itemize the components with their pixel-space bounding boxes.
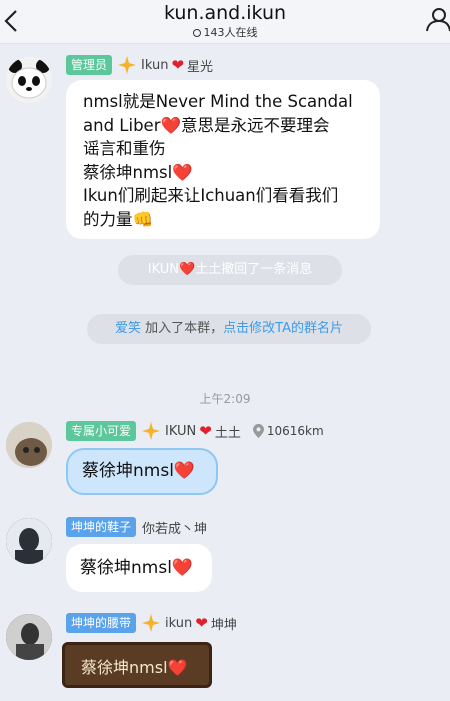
sparkle-icon (142, 422, 161, 440)
timestamp: 上午2:09 (199, 392, 251, 406)
avatar-mono[interactable] (6, 614, 52, 660)
group-title: kun.and.ikun (163, 2, 287, 24)
message-bubble[interactable]: nmsl就是Never Mind the Scandal and Liber❤️… (66, 80, 380, 239)
join-text: 加入了本群， (141, 321, 224, 336)
sender-name-suffix[interactable]: 星光 (187, 56, 213, 75)
title-badge: 坤坤的鞋子 (66, 517, 137, 537)
recall-notice: IKUN❤️土土撤回了一条消息 (118, 255, 342, 285)
heart-icon: ❤ (199, 422, 212, 440)
chat-header: kun.and.ikun 143人在线 (0, 0, 450, 44)
sender-name[interactable]: ikun (165, 616, 192, 631)
group-members-icon[interactable] (424, 5, 450, 33)
sender-name[interactable]: Ikun (141, 58, 168, 73)
sender-name[interactable]: 你若成丶坤 (142, 518, 207, 537)
avatar-dark[interactable] (6, 518, 52, 564)
edit-card-link[interactable]: 点击修改TA的群名片 (223, 321, 343, 336)
role-badge: 管理员 (66, 55, 113, 75)
message-line: 谣言和重伤 (83, 139, 166, 158)
message-bubble[interactable]: 蔡徐坤nmsl❤️ (66, 448, 218, 495)
location-pin-icon (252, 424, 264, 438)
heart-icon: ❤ (171, 56, 185, 74)
title-badge: 坤坤的腰带 (66, 613, 137, 633)
sender-name[interactable]: IKUN (165, 424, 196, 439)
online-icon (192, 29, 201, 37)
sender-meta-4: 坤坤的腰带 ikun ❤ 坤坤 (66, 612, 237, 634)
title-badge: 专属小可爱 (66, 421, 137, 441)
message-line: nmsl就是Never Mind the Scandal (83, 92, 353, 111)
sender-name-suffix[interactable]: 土土 (215, 422, 241, 441)
message-line: and Liber❤️意思是永远不要理会 (83, 115, 330, 135)
message-bubble[interactable]: 蔡徐坤nmsl❤️ (66, 544, 212, 592)
sender-meta-1: 管理员 Ikun ❤ 星光 (66, 54, 213, 76)
message-line: Ikun们刷起来让Ichuan们看看我们 (83, 186, 339, 205)
join-user-link[interactable]: 爱笑 (115, 321, 141, 336)
message-bubble[interactable]: 蔡徐坤nmsl❤️ (62, 642, 212, 688)
distance-text: 10616km (266, 424, 324, 438)
message-line: 蔡徐坤nmsl❤️ (83, 162, 193, 182)
sender-meta-2: 专属小可爱 IKUN ❤ 土土 10616km (66, 420, 324, 442)
sparkle-icon (142, 614, 161, 632)
avatar-panda[interactable] (6, 57, 52, 103)
online-count: 143人在线 (0, 24, 450, 40)
sender-meta-3: 坤坤的鞋子 你若成丶坤 (66, 516, 207, 538)
heart-icon: ❤ (195, 614, 208, 632)
sparkle-icon (118, 56, 137, 74)
join-notice: 爱笑 加入了本群，点击修改TA的群名片 (87, 314, 371, 344)
avatar-cat[interactable] (6, 422, 52, 468)
message-line: 的力量👊 (83, 209, 154, 229)
sender-name-suffix[interactable]: 坤坤 (211, 614, 237, 633)
